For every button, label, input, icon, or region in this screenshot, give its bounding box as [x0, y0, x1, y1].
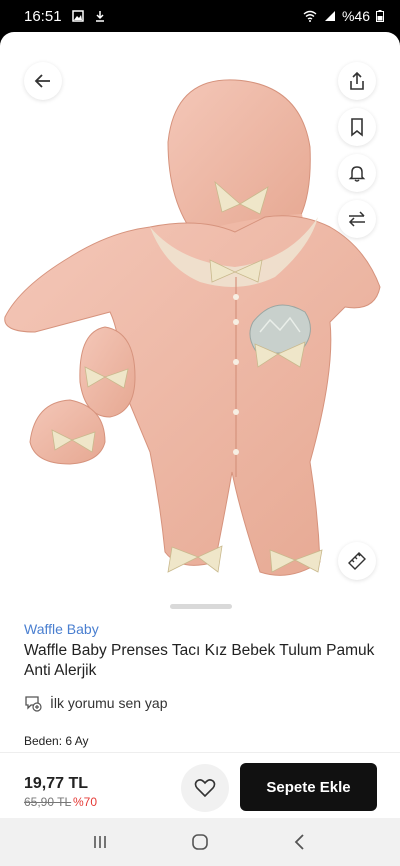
status-bar: 16:51 %46 — [0, 0, 400, 32]
bell-icon — [348, 166, 366, 182]
product-detail-sheet: Waffle Baby Waffle Baby Prenses Tacı Kız… — [0, 32, 400, 866]
wifi-icon — [303, 10, 317, 22]
back-button[interactable] — [24, 62, 62, 100]
old-price: 65,90 TL — [24, 795, 72, 809]
recent-apps-icon[interactable] — [89, 831, 111, 853]
share-icon — [350, 71, 364, 90]
heart-icon — [194, 779, 216, 798]
review-prompt: İlk yorumu sen yap — [50, 695, 168, 711]
drag-handle[interactable] — [170, 604, 232, 609]
status-time: 16:51 — [24, 7, 62, 25]
arrow-left-icon — [34, 74, 50, 88]
add-to-cart-button[interactable]: Sepete Ekle — [240, 763, 377, 811]
favorite-button[interactable] — [181, 764, 229, 812]
download-icon — [95, 11, 104, 22]
current-price: 19,77 TL — [24, 775, 89, 792]
compare-button[interactable] — [338, 200, 376, 238]
home-icon[interactable] — [189, 831, 211, 853]
bookmark-button[interactable] — [338, 108, 376, 146]
back-nav-icon[interactable] — [289, 831, 311, 853]
size-chart-button[interactable] — [338, 542, 376, 580]
system-nav-bar — [0, 818, 400, 866]
selected-size: Beden: 6 Ay — [24, 734, 89, 748]
signal-icon — [324, 11, 335, 21]
swap-arrows-icon — [348, 211, 365, 227]
product-title: Waffle Baby Prenses Tacı Kız Bebek Tulum… — [24, 642, 375, 679]
discount-rate: %70 — [73, 795, 98, 809]
add-comment-icon — [25, 696, 42, 712]
share-button[interactable] — [338, 62, 376, 100]
purchase-bar: 19,77 TL 65,90 TL %70 Sepete Ekle — [0, 752, 400, 818]
battery-icon — [376, 10, 384, 22]
write-review-link[interactable]: İlk yorumu sen yap — [24, 694, 168, 712]
ruler-icon — [348, 552, 366, 570]
battery-percentage: %46 — [341, 8, 370, 24]
notify-button[interactable] — [338, 154, 376, 192]
brand-link[interactable]: Waffle Baby — [24, 621, 99, 637]
bookmark-icon — [351, 118, 363, 137]
gallery-icon — [71, 10, 84, 22]
